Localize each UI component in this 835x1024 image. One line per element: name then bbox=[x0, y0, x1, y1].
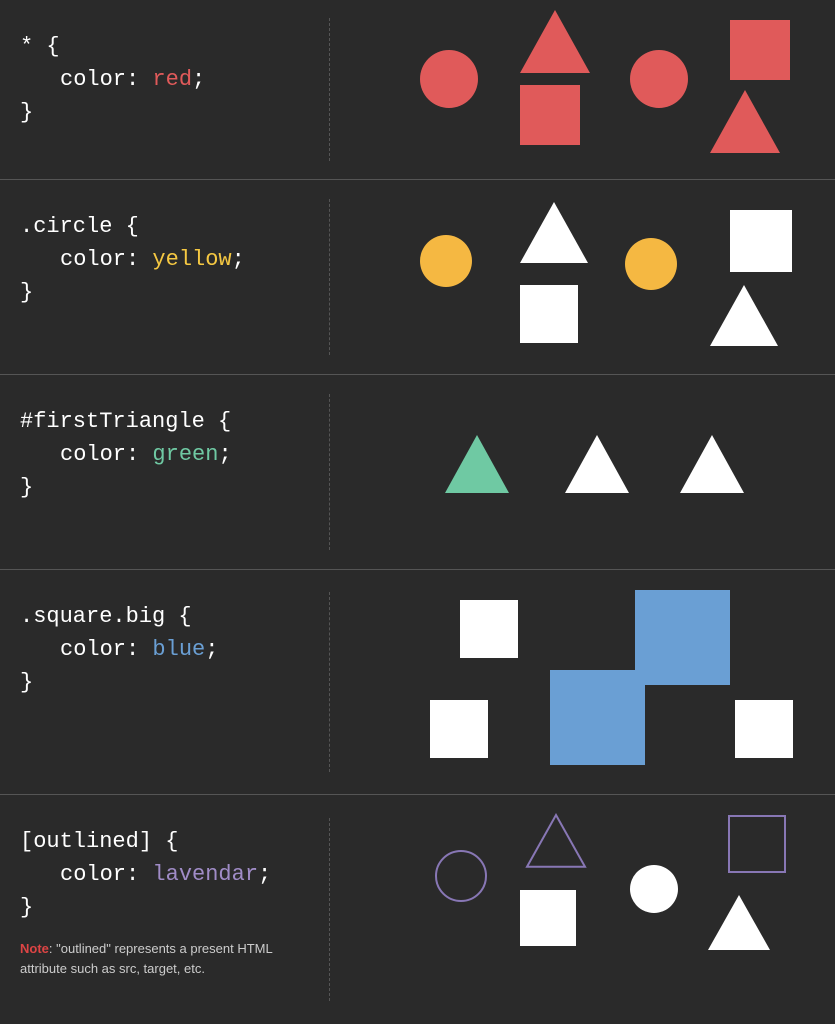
row-universal: * {color: red;} bbox=[0, 0, 835, 180]
row-class-circle: .circle { color: yellow;} bbox=[0, 180, 835, 375]
code-block: .square.big { color: blue;} bbox=[0, 570, 330, 794]
square-shape bbox=[520, 85, 580, 145]
triangle-shape bbox=[520, 202, 588, 263]
close-brace: } bbox=[20, 471, 310, 504]
semicolon: ; bbox=[205, 637, 218, 662]
square-shape bbox=[730, 20, 790, 80]
property-value: yellow bbox=[152, 247, 231, 272]
shapes-area bbox=[330, 0, 835, 179]
triangle-shape bbox=[710, 90, 780, 153]
square-shape bbox=[635, 590, 730, 685]
property-line: color: yellow; bbox=[20, 243, 310, 276]
selector-text: .circle { bbox=[20, 214, 139, 239]
semicolon: ; bbox=[258, 862, 271, 887]
square-shape bbox=[460, 600, 518, 658]
square-shape bbox=[728, 815, 786, 873]
close-brace: } bbox=[20, 666, 310, 699]
square-shape bbox=[430, 700, 488, 758]
property-value: green bbox=[152, 442, 218, 467]
row-id-triangle: #firstTriangle { color: green;} bbox=[0, 375, 835, 570]
triangle-shape bbox=[708, 895, 770, 950]
circle-shape bbox=[630, 865, 678, 913]
close-brace: } bbox=[20, 891, 310, 924]
note-body: : "outlined" represents a present HTML a… bbox=[20, 941, 272, 976]
circle-shape bbox=[625, 238, 677, 290]
triangle-shape bbox=[710, 285, 778, 346]
selector-text: #firstTriangle { bbox=[20, 409, 231, 434]
semicolon: ; bbox=[218, 442, 231, 467]
circle-shape bbox=[630, 50, 688, 108]
square-shape bbox=[735, 700, 793, 758]
code-block: #firstTriangle { color: green;} bbox=[0, 375, 330, 569]
selector-line: .square.big { bbox=[20, 600, 310, 633]
code-block: [outlined] { color: lavendar;} Note: "outl… bbox=[0, 795, 330, 1024]
property-value: blue bbox=[152, 637, 205, 662]
code-block: * {color: red;} bbox=[0, 0, 330, 179]
circle-shape bbox=[420, 50, 478, 108]
property-name: color: bbox=[60, 637, 152, 662]
close-brace: } bbox=[20, 96, 310, 129]
square-shape bbox=[730, 210, 792, 272]
shapes-area bbox=[330, 795, 835, 1024]
property-name: color: bbox=[60, 442, 152, 467]
selector-line: * { bbox=[20, 30, 310, 63]
property-line: color: green; bbox=[20, 438, 310, 471]
triangle-shape bbox=[445, 435, 509, 493]
square-shape bbox=[550, 670, 645, 765]
note-text: Note: "outlined" represents a present HT… bbox=[20, 939, 310, 978]
property-name: color: bbox=[60, 247, 152, 272]
property-line: color: lavendar; bbox=[20, 858, 310, 891]
triangle-shape bbox=[680, 435, 744, 493]
triangle-shape bbox=[565, 435, 629, 493]
shapes-area bbox=[330, 375, 835, 569]
note-label: Note bbox=[20, 941, 49, 956]
close-brace: } bbox=[20, 276, 310, 309]
property-line: color: red; bbox=[20, 63, 310, 96]
selector-line: #firstTriangle { bbox=[20, 405, 310, 438]
square-shape bbox=[520, 285, 578, 343]
triangle-shape bbox=[525, 813, 587, 869]
selector-text: * { bbox=[20, 34, 60, 59]
property-value: lavendar bbox=[152, 862, 258, 887]
shapes-area bbox=[330, 570, 835, 794]
circle-shape bbox=[435, 850, 487, 902]
property-name: color: bbox=[60, 67, 152, 92]
code-block: .circle { color: yellow;} bbox=[0, 180, 330, 374]
circle-shape bbox=[420, 235, 472, 287]
property-value: red bbox=[152, 67, 192, 92]
shapes-area bbox=[330, 180, 835, 374]
square-shape bbox=[520, 890, 576, 946]
row-class-big: .square.big { color: blue;} bbox=[0, 570, 835, 795]
property-name: color: bbox=[60, 862, 152, 887]
triangle-shape bbox=[520, 10, 590, 73]
selector-line: .circle { bbox=[20, 210, 310, 243]
semicolon: ; bbox=[232, 247, 245, 272]
selector-text: .square.big { bbox=[20, 604, 192, 629]
property-line: color: blue; bbox=[20, 633, 310, 666]
selector-text: [outlined] { bbox=[20, 829, 178, 854]
semicolon: ; bbox=[192, 67, 205, 92]
selector-line: [outlined] { bbox=[20, 825, 310, 858]
row-attr-outlined: [outlined] { color: lavendar;} Note: "outl… bbox=[0, 795, 835, 1024]
